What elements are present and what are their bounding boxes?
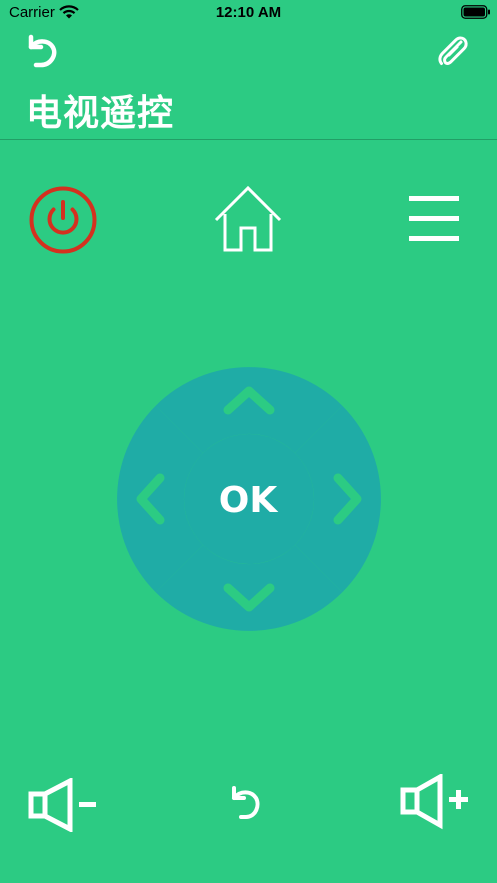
volume-up-icon[interactable]: [400, 774, 470, 830]
status-bar: Carrier 12:10 AM: [0, 0, 497, 26]
page-title: 电视遥控: [26, 93, 175, 134]
battery-icon: [461, 5, 490, 19]
dpad: [117, 367, 381, 631]
home-icon[interactable]: [212, 183, 284, 255]
status-time: 12:10 AM: [215, 4, 282, 21]
menu-icon[interactable]: [408, 196, 460, 242]
volume-down-icon[interactable]: [28, 778, 98, 832]
return-icon[interactable]: [229, 784, 265, 822]
ok-button[interactable]: [184, 434, 314, 564]
header-divider: [0, 139, 497, 140]
power-icon[interactable]: [28, 185, 98, 255]
back-icon[interactable]: [24, 33, 60, 69]
paperclip-icon[interactable]: [435, 34, 471, 70]
